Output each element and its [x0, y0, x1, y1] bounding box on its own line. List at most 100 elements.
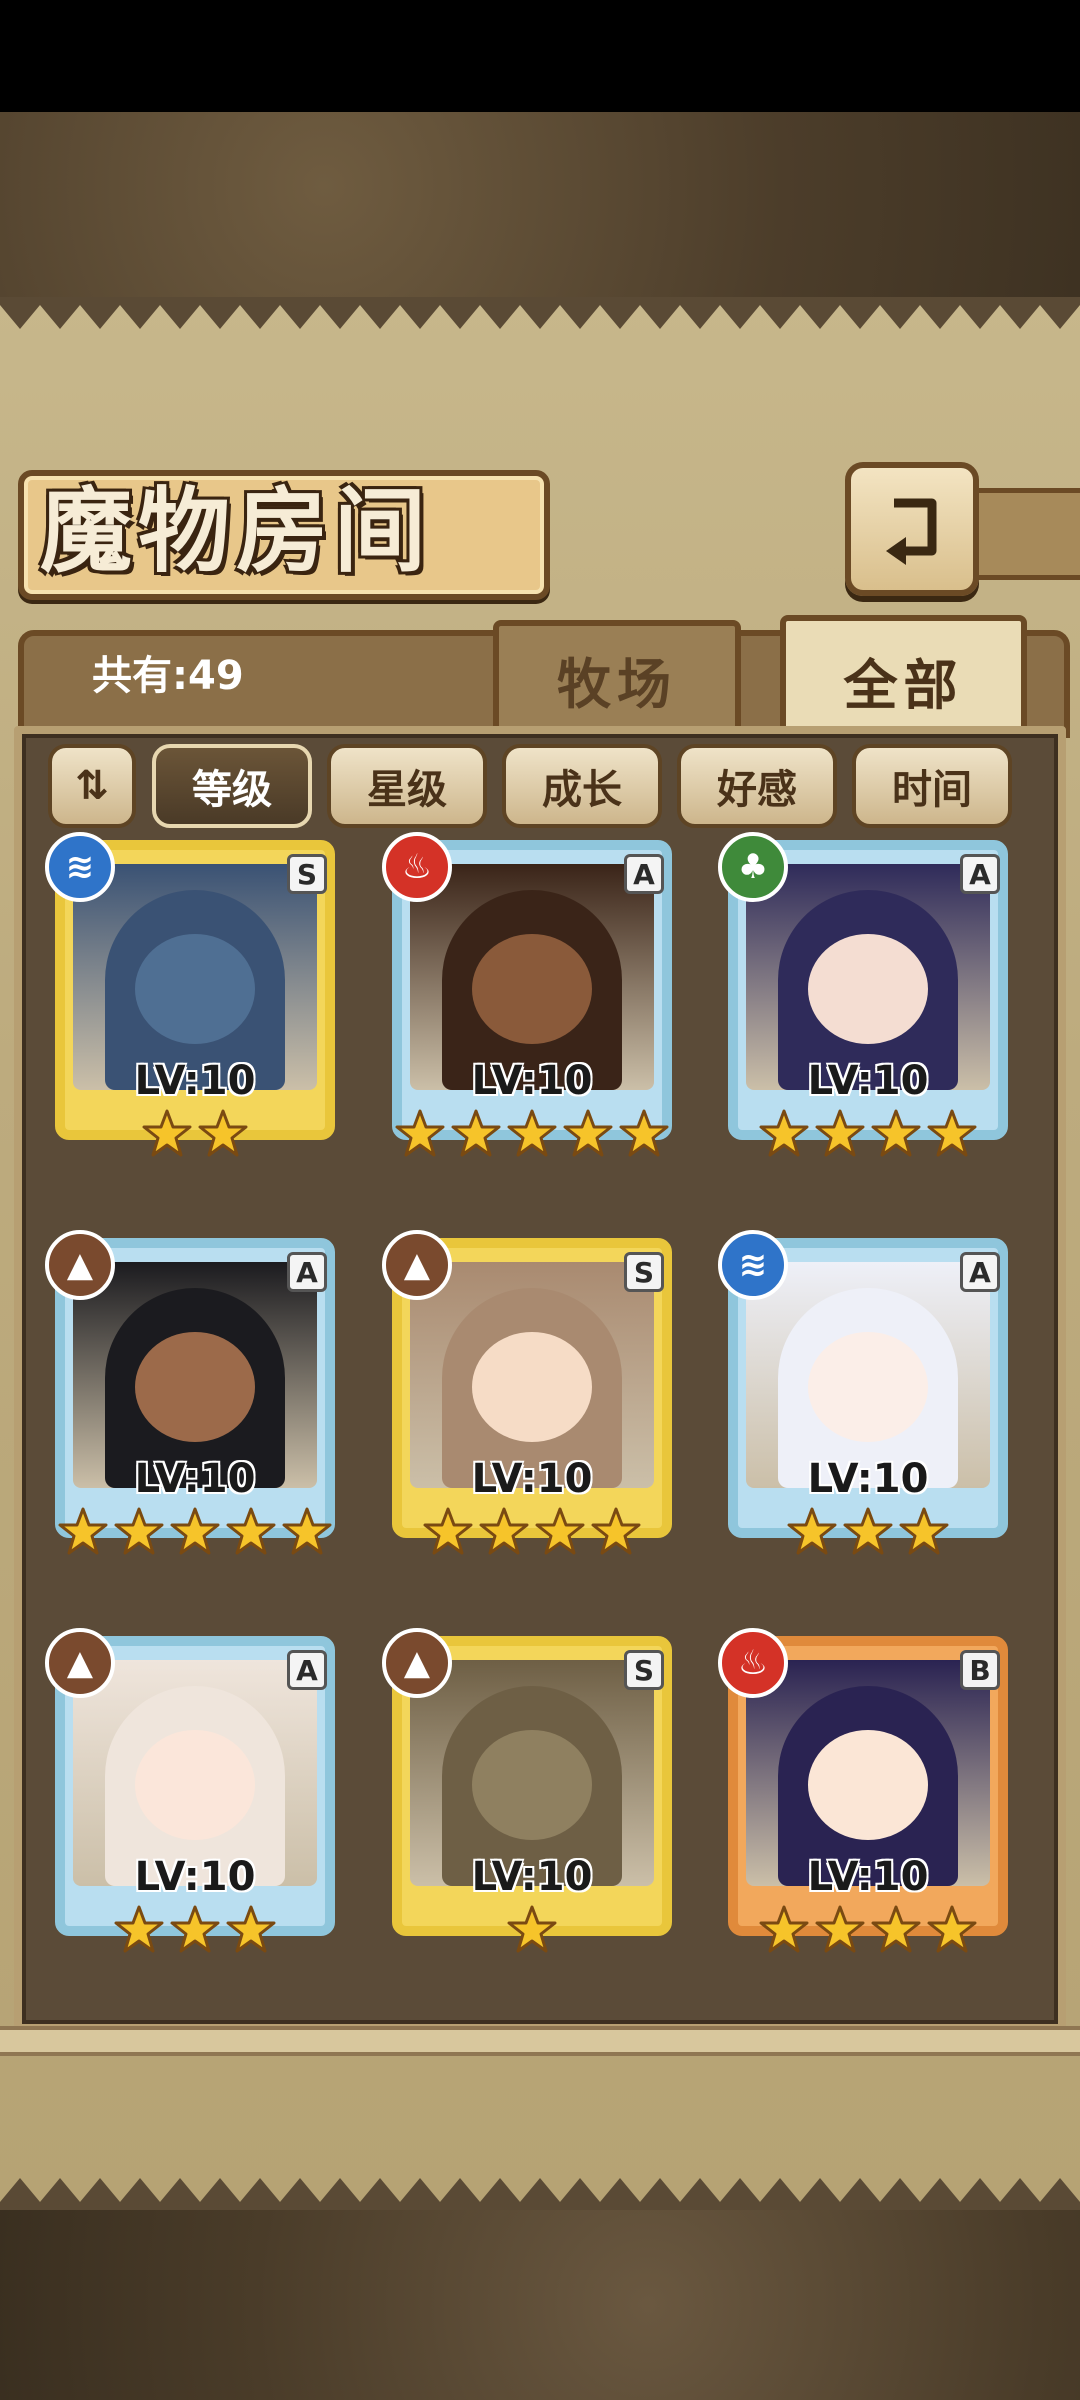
star-icon [927, 1905, 977, 1953]
star-icon [843, 1507, 893, 1555]
level-label: LV:10 [807, 1456, 929, 1502]
rank-badge: S [624, 1650, 664, 1690]
monster-card[interactable]: A ▲ LV:10 [45, 1628, 345, 1966]
rank-badge: A [960, 854, 1000, 894]
monster-face [808, 934, 928, 1044]
monster-portrait [73, 1262, 317, 1488]
rank-badge: A [287, 1650, 327, 1690]
rank-badge: A [960, 1252, 1000, 1292]
rank-badge: A [287, 1252, 327, 1292]
level-label: LV:10 [134, 1456, 256, 1502]
zigzag-border-top [0, 297, 1080, 337]
star-icon [759, 1109, 809, 1157]
panel-bottom-rail [0, 2026, 1080, 2056]
rank-badge: A [624, 854, 664, 894]
rank-badge: B [960, 1650, 1000, 1690]
tab-ranch[interactable]: 牧场 [493, 620, 741, 732]
monster-face [135, 934, 255, 1044]
star-rating [45, 1108, 345, 1160]
star-rating [382, 1108, 682, 1160]
star-rating [382, 1506, 682, 1558]
level-label: LV:10 [134, 1854, 256, 1900]
level-label: LV:10 [471, 1456, 593, 1502]
water-element-icon: ≋ [718, 1230, 788, 1300]
filter-affection[interactable]: 好感 [677, 744, 837, 828]
page-title: 魔物房间 [40, 477, 433, 585]
monster-face [472, 1332, 592, 1442]
star-icon [871, 1109, 921, 1157]
filter-level[interactable]: 等级 [152, 744, 312, 828]
status-bar [0, 0, 1080, 112]
star-icon [170, 1905, 220, 1953]
monster-card[interactable]: S ▲ LV:10 [382, 1628, 682, 1966]
star-icon [815, 1109, 865, 1157]
filter-stars[interactable]: 星级 [327, 744, 487, 828]
monster-portrait [746, 1262, 990, 1488]
star-icon [226, 1507, 276, 1555]
star-rating [718, 1904, 1018, 1956]
monster-card[interactable]: A ≋ LV:10 [718, 1230, 1018, 1568]
monster-count: 共有:49 [92, 653, 244, 699]
star-rating [382, 1904, 682, 1956]
monster-portrait [746, 864, 990, 1090]
monster-portrait [73, 864, 317, 1090]
star-icon [226, 1905, 276, 1953]
star-rating [718, 1108, 1018, 1160]
star-icon [58, 1507, 108, 1555]
filter-growth[interactable]: 成长 [502, 744, 662, 828]
level-label: LV:10 [807, 1854, 929, 1900]
star-icon [423, 1507, 473, 1555]
star-icon [142, 1109, 192, 1157]
back-button[interactable] [845, 462, 979, 596]
star-icon [114, 1905, 164, 1953]
star-icon [535, 1507, 585, 1555]
monster-face [135, 1332, 255, 1442]
earth-element-icon: ▲ [45, 1628, 115, 1698]
star-icon [451, 1109, 501, 1157]
wood-element-icon: ♣ [718, 832, 788, 902]
monster-card[interactable]: A ♨ LV:10 [382, 832, 682, 1170]
star-rating [718, 1506, 1018, 1558]
monster-card[interactable]: S ▲ LV:10 [382, 1230, 682, 1568]
star-icon [507, 1905, 557, 1953]
star-icon [787, 1507, 837, 1555]
level-label: LV:10 [471, 1854, 593, 1900]
monster-card[interactable]: B ♨ LV:10 [718, 1628, 1018, 1966]
tab-all[interactable]: 全部 [780, 615, 1027, 739]
earth-element-icon: ▲ [45, 1230, 115, 1300]
star-icon [871, 1905, 921, 1953]
monster-face [808, 1730, 928, 1840]
monster-face [472, 934, 592, 1044]
monster-card[interactable]: A ▲ LV:10 [45, 1230, 345, 1568]
star-rating [45, 1506, 345, 1558]
star-icon [395, 1109, 445, 1157]
monster-portrait [746, 1660, 990, 1886]
star-icon [927, 1109, 977, 1157]
star-icon [563, 1109, 613, 1157]
level-label: LV:10 [807, 1058, 929, 1104]
monster-portrait [410, 1660, 654, 1886]
level-label: LV:10 [471, 1058, 593, 1104]
filter-time[interactable]: 时间 [852, 744, 1012, 828]
return-arrow-icon [886, 498, 937, 565]
star-icon [507, 1109, 557, 1157]
earth-element-icon: ▲ [382, 1230, 452, 1300]
map-background-top [0, 112, 1080, 297]
star-icon [619, 1109, 669, 1157]
star-icon [198, 1109, 248, 1157]
map-background-bottom [0, 2210, 1080, 2400]
star-icon [591, 1507, 641, 1555]
monster-portrait [410, 1262, 654, 1488]
star-icon [479, 1507, 529, 1555]
star-icon [899, 1507, 949, 1555]
star-rating [45, 1904, 345, 1956]
rank-badge: S [287, 854, 327, 894]
level-label: LV:10 [134, 1058, 256, 1104]
zigzag-border-bottom [0, 2170, 1080, 2210]
water-element-icon: ≋ [45, 832, 115, 902]
monster-card[interactable]: A ♣ LV:10 [718, 832, 1018, 1170]
rank-badge: S [624, 1252, 664, 1292]
sort-order-toggle[interactable]: ⇅ [48, 744, 136, 828]
monster-card[interactable]: S ≋ LV:10 [45, 832, 345, 1170]
star-icon [815, 1905, 865, 1953]
